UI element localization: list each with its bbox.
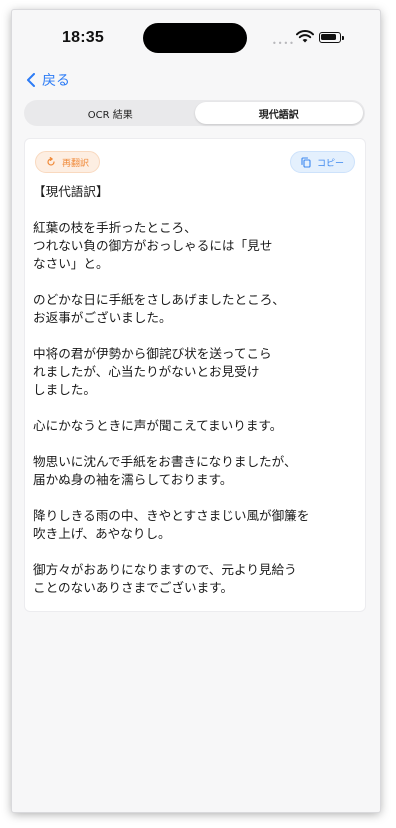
paragraph: 中将の君が伊勢から御詫び状を送ってこら れましたが、心当たりがないとお見受け し… (33, 345, 359, 399)
status-bar: 18:35 •••• (12, 10, 380, 66)
text-line: 中将の君が伊勢から御詫び状を送ってこら (33, 346, 272, 361)
segmented-control: OCR 結果 現代語訳 (24, 100, 365, 126)
paragraph: 紅葉の枝を手折ったところ、 つれない負の御方がおっしゃるには「見せ なさい」と。 (33, 219, 359, 273)
text-line: つれない負の御方がおっしゃるには「見せ (33, 238, 273, 253)
dynamic-island (143, 23, 247, 53)
text-line: なさい」と。 (33, 256, 109, 271)
text-line: お返事がございました。 (33, 310, 172, 325)
text-line: 御方々がおありになりますので、元より見給う (33, 562, 297, 577)
text-line: れましたが、心当たりがないとお見受け (33, 364, 260, 379)
copy-icon (301, 156, 311, 168)
paragraph: 心にかなうときに声が聞こえてまいります。 (33, 417, 359, 435)
phone-screen: 18:35 •••• 戻る OCR 結果 現代語訳 再翻訳 コピー 【現代語訳】… (12, 10, 380, 812)
translation-card: 再翻訳 コピー 【現代語訳】 紅葉の枝を手折ったところ、 つれない負の御方がおっ… (24, 138, 366, 612)
status-time: 18:35 (62, 29, 104, 46)
text-line: 心にかなうときに声が聞こえてまいります。 (33, 418, 283, 433)
text-line: 紅葉の枝を手折ったところ、 (33, 220, 197, 235)
retranslate-label: 再翻訳 (62, 158, 90, 169)
paragraph: のどかな日に手紙をさしあげましたところ、 お返事がございました。 (33, 291, 359, 327)
back-label: 戻る (42, 73, 70, 89)
tab-ocr-result[interactable]: OCR 結果 (26, 102, 195, 124)
text-line: 物思いに沈んで手紙をお書きになりましたが、 (33, 454, 297, 469)
back-button[interactable]: 戻る (26, 68, 70, 92)
paragraph: 御方々がおありになりますので、元より見給う ことのないありさまでございます。 (33, 561, 359, 597)
wifi-icon (296, 30, 314, 43)
text-line: しました。 (33, 382, 96, 397)
text-line: 届かぬ身の袖を濡らしております。 (33, 472, 233, 487)
retranslate-button[interactable]: 再翻訳 (35, 151, 101, 173)
tab-modern-translation[interactable]: 現代語訳 (194, 102, 363, 124)
refresh-icon (47, 157, 55, 166)
translation-heading: 【現代語訳】 (33, 184, 109, 199)
text-line: 降りしきる雨の中、きやとすさまじい風が御簾を (33, 508, 310, 523)
translation-text: 【現代語訳】 紅葉の枝を手折ったところ、 つれない負の御方がおっしゃるには「見せ… (33, 183, 359, 615)
paragraph: 物思いに沈んで手紙をお書きになりましたが、 届かぬ身の袖を濡らしております。 (33, 453, 359, 489)
text-line: 吹き上げ、あやなりし。 (33, 526, 171, 541)
copy-label: コピー (316, 158, 344, 169)
text-line: のどかな日に手紙をさしあげましたところ、 (33, 292, 285, 307)
paragraph: 降りしきる雨の中、きやとすさまじい風が御簾を 吹き上げ、あやなりし。 (33, 507, 359, 543)
copy-button[interactable]: コピー (289, 151, 355, 173)
signal-icon: •••• (272, 39, 295, 48)
battery-icon (319, 32, 344, 43)
chevron-left-icon (27, 73, 35, 87)
text-line: ことのないありさまでございます。 (33, 580, 234, 595)
